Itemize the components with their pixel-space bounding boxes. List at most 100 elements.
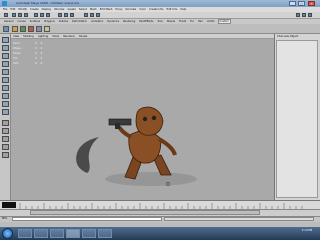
save-scene-icon[interactable] [24,13,28,17]
new-scene-icon[interactable] [12,13,16,17]
tab-painteffects[interactable]: PaintEffects [138,20,154,23]
taskbar-app-icon[interactable] [34,229,48,238]
menu-normals[interactable]: Normals [126,8,137,11]
soft-mod-tool-icon[interactable] [2,93,9,99]
scale-tool-icon[interactable] [2,77,9,83]
tab-hair[interactable]: Hair [197,20,204,23]
tab-fluids[interactable]: Fluids [178,20,187,23]
snap-grid-icon[interactable] [58,13,62,17]
tab-fur[interactable]: Fur [189,20,195,23]
taskbar-app-icon[interactable] [18,229,32,238]
manipulator-tool-icon[interactable] [2,85,9,91]
current-frame-field[interactable] [2,202,16,208]
menu-select[interactable]: Select [79,8,87,11]
tab-polygons[interactable]: Polygons [43,20,56,23]
taskbar-app-icon[interactable] [50,229,64,238]
time-slider[interactable] [0,200,320,209]
taskbar-app-icon[interactable] [82,229,96,238]
shelf-tool-icon[interactable] [12,26,18,32]
layout-side-by-side-icon[interactable] [2,136,9,142]
panel-menu-shading[interactable]: Shading [23,35,34,38]
select-tool-icon[interactable] [2,37,9,43]
layout-single-icon[interactable] [2,120,9,126]
tab-subdivs[interactable]: Subdivs [58,20,69,23]
character-model[interactable] [108,106,177,180]
menu-mesh[interactable]: Mesh [90,8,97,11]
panel-menu-renderer[interactable]: Renderer [63,35,75,38]
toggle-tool-settings-icon[interactable] [302,13,306,17]
lasso-tool-icon[interactable] [2,45,9,51]
tab-animation[interactable]: Animation [90,20,104,23]
panel-menu-lighting[interactable]: Lighting [38,35,48,38]
windows-taskbar [0,227,320,240]
move-tool-icon[interactable] [2,61,9,67]
close-button[interactable]: X [308,1,315,6]
menu-proxy[interactable]: Proxy [115,8,122,11]
snap-curve-icon[interactable] [64,13,68,17]
panel-menu-view[interactable]: View [13,35,19,38]
show-manipulator-icon[interactable] [2,101,9,107]
ipr-render-icon[interactable] [90,13,94,17]
render-icon[interactable] [84,13,88,17]
command-input[interactable] [12,217,162,221]
last-tool-icon[interactable] [2,109,9,115]
menu-create-uvs[interactable]: Create UVs [149,8,163,11]
panel-menu-show[interactable]: Show [52,35,59,38]
menu-edit-uvs[interactable]: Edit UVs [167,8,178,11]
select-object-icon[interactable] [40,13,44,17]
select-hierarchy-icon[interactable] [34,13,38,17]
tab-dynamics[interactable]: Dynamics [106,20,120,23]
toggle-attribute-editor-icon[interactable] [296,13,300,17]
shelf-menu-icon[interactable] [3,26,9,32]
menu-edit-mesh[interactable]: Edit Mesh [100,8,113,11]
tab-toon[interactable]: Toon [156,20,164,23]
taskbar-maya-icon[interactable] [66,229,80,238]
tab-curves[interactable]: Curves [16,20,26,23]
tab-surfaces[interactable]: Surfaces [29,20,41,23]
minimize-button[interactable]: _ [289,1,296,6]
menu-assets[interactable]: Assets [67,8,75,11]
tab-muscle[interactable]: Muscle [166,20,176,23]
shelf-tool-icon[interactable] [28,26,34,32]
hud-row: UVs: 0 0 [13,61,53,66]
shelf-tool-icon[interactable] [20,26,26,32]
hud-value: 0 [35,62,37,65]
snap-point-icon[interactable] [70,13,74,17]
tab-general[interactable]: General [3,20,14,23]
paint-select-tool-icon[interactable] [2,53,9,59]
tab-ncloth[interactable]: nCloth [206,20,216,23]
menu-file[interactable]: File [3,8,7,11]
menu-color[interactable]: Color [139,8,146,11]
menu-modify[interactable]: Modify [18,8,27,11]
hud-label: Verts: [13,42,21,45]
range-slider-bar[interactable] [30,210,260,215]
start-button-icon[interactable] [2,228,13,239]
hud-value: 0 [40,47,43,50]
taskbar-app-icon[interactable] [98,229,112,238]
layout-outliner-icon[interactable] [2,152,9,158]
channel-box-list[interactable] [276,40,318,198]
open-scene-icon[interactable] [18,13,22,17]
shelf-tool-icon[interactable] [44,26,50,32]
channel-box-title: Channels Object [277,35,299,38]
taskbar-clock: 2:14 PM [301,229,313,232]
tail-curve-mesh[interactable] [76,137,99,173]
tab-rendering[interactable]: Rendering [122,20,136,23]
hud-value: 0 [35,57,37,60]
layout-graph-icon[interactable] [2,144,9,150]
menu-create[interactable]: Create [30,8,39,11]
layout-four-icon[interactable] [2,128,9,134]
menu-display[interactable]: Display [42,8,52,11]
toggle-channel-box-icon[interactable] [308,13,312,17]
maximize-button[interactable]: □ [298,1,305,6]
shelf-tool-icon[interactable] [36,26,42,32]
select-component-icon[interactable] [46,13,50,17]
render-settings-icon[interactable] [96,13,100,17]
menu-edit[interactable]: Edit [10,8,15,11]
menu-window[interactable]: Window [54,8,64,11]
rotate-tool-icon[interactable] [2,69,9,75]
mode-selector-icon[interactable] [4,13,8,17]
panel-menu-panels[interactable]: Panels [79,35,87,38]
menu-help[interactable]: Help [180,8,186,11]
tab-deformation[interactable]: Deformation [71,20,88,23]
